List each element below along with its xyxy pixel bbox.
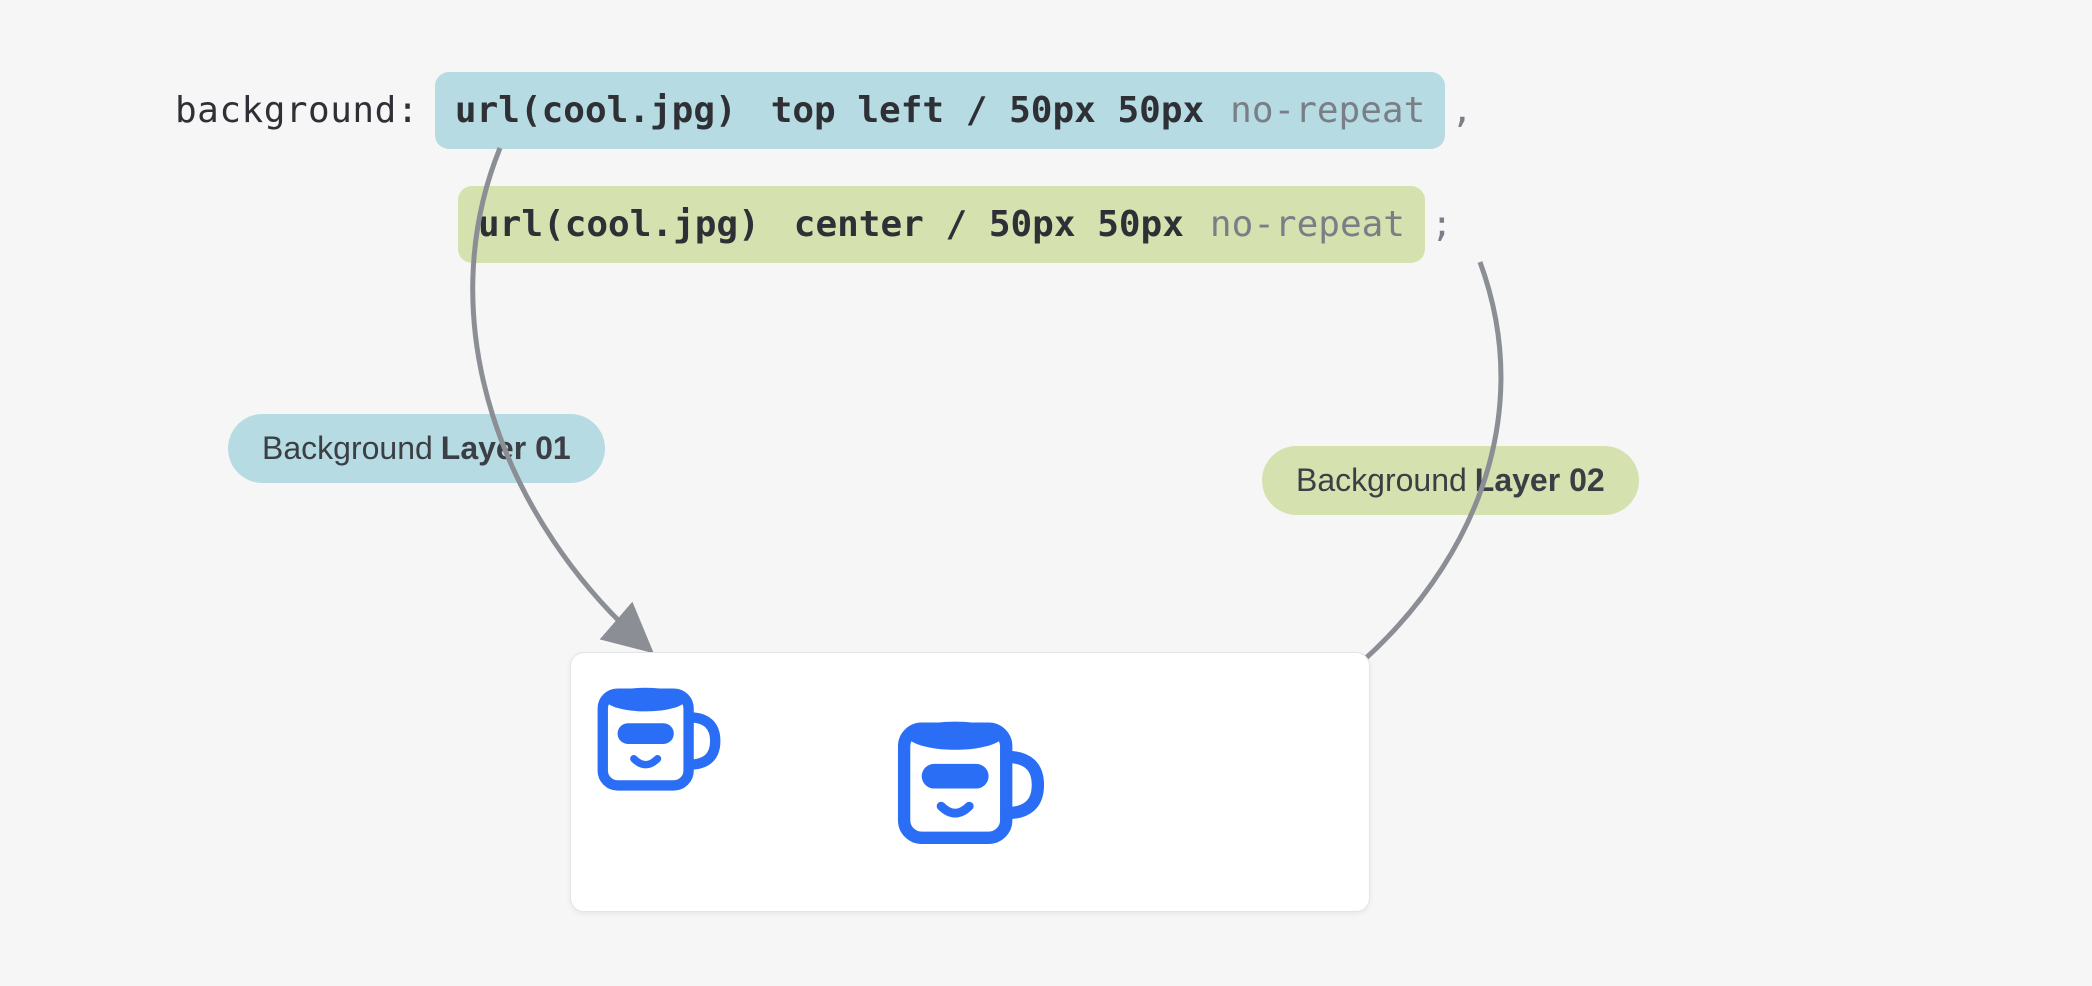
- css-property: background:: [175, 90, 419, 131]
- code-line-2: url(cool.jpg) center / 50px 50px no-repe…: [458, 186, 1453, 263]
- layer-2-label-bold: Layer 02: [1475, 462, 1605, 499]
- code-semicolon: ;: [1431, 204, 1453, 245]
- code-repeat-2: no-repeat: [1210, 204, 1405, 245]
- preview-box: [570, 652, 1370, 912]
- layer-2-label: Background Layer 02: [1262, 446, 1639, 515]
- layer-1-label-prefix: Background: [262, 430, 433, 467]
- code-comma: ,: [1451, 90, 1473, 131]
- code-url-2: url(cool.jpg): [478, 204, 760, 245]
- code-repeat-1: no-repeat: [1230, 90, 1425, 131]
- layer-1-label-bold: Layer 01: [441, 430, 571, 467]
- layer-2-label-prefix: Background: [1296, 462, 1467, 499]
- layer-1-label: Background Layer 01: [228, 414, 605, 483]
- highlight-layer-2: url(cool.jpg) center / 50px 50px no-repe…: [458, 186, 1425, 263]
- mug-icon: [585, 667, 733, 815]
- code-position-1: top left / 50px 50px: [771, 90, 1204, 131]
- highlight-layer-1: url(cool.jpg) top left / 50px 50px no-re…: [435, 72, 1445, 149]
- mug-icon: [883, 697, 1059, 873]
- code-url-1: url(cool.jpg): [455, 90, 737, 131]
- code-position-2: center / 50px 50px: [794, 204, 1184, 245]
- code-line-1: background: url(cool.jpg) top left / 50p…: [175, 72, 1473, 149]
